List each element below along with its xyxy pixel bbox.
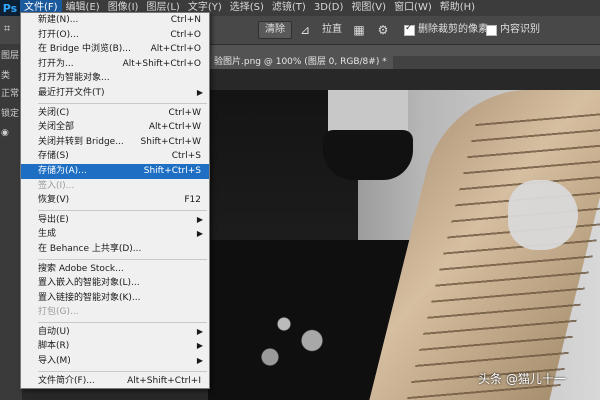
file-menu-item-在-behance-上共享[interactable]: 在 Behance 上共享(D)... — [21, 242, 209, 257]
file-menu-item-生成[interactable]: 生成 ▶ — [21, 227, 209, 242]
grid-overlay-icon[interactable]: ▦ — [352, 23, 366, 37]
file-menu-item-置入嵌入的智能对象[interactable]: 置入嵌入的智能对象(L)... — [21, 276, 209, 291]
submenu-arrow-icon: ▶ — [196, 341, 203, 351]
menu-item-shortcut: Ctrl+W — [168, 107, 201, 118]
file-menu-item-导入[interactable]: 导入(M) ▶ — [21, 354, 209, 369]
file-menu-item-搜索-adobe-stock[interactable]: 搜索 Adobe Stock... — [21, 262, 209, 277]
menu-separator — [38, 321, 207, 323]
crop-tool-icon[interactable]: ⌗ — [4, 22, 16, 35]
file-menu-dropdown: 新建(N)... Ctrl+N 打开(O)... Ctrl+O 在 Bridge 中浏览… — [20, 12, 210, 390]
menu-item-shortcut: F12 — [184, 195, 201, 206]
watermark-text: 头条 @猫儿十一 — [478, 372, 566, 386]
file-menu-item-置入链接的智能对象[interactable]: 置入链接的智能对象(K)... — [21, 291, 209, 306]
menu-item-label: 脚本(R) — [38, 341, 70, 352]
menu-item-shortcut: Alt+Ctrl+W — [148, 122, 201, 133]
menu-item-shortcut: Ctrl+S — [171, 151, 201, 162]
file-menu-item-存储[interactable]: 存储(S) Ctrl+S — [21, 149, 209, 164]
menu-filter[interactable]: 滤镜(T) — [268, 0, 310, 16]
menu-item-label: 存储为(A)... — [38, 165, 87, 176]
eye-icon[interactable]: ◉ — [1, 128, 9, 138]
file-menu-item-在-bridge-中浏览[interactable]: 在 Bridge 中浏览(B)... Alt+Ctrl+O — [21, 42, 209, 57]
menu-item-label: 恢复(V) — [38, 195, 70, 206]
menu-separator — [38, 209, 207, 211]
menu-item-shortcut: Shift+Ctrl+S — [143, 165, 201, 176]
file-menu-item-脚本[interactable]: 脚本(R) ▶ — [21, 339, 209, 354]
menu-separator — [38, 370, 207, 372]
file-menu-item-最近打开文件[interactable]: 最近打开文件(T) ▶ — [21, 86, 209, 101]
file-menu-item-存储为[interactable]: 存储为(A)... Shift+Ctrl+S — [21, 163, 209, 179]
menu-item-label: 生成 — [38, 229, 57, 240]
menu-item-label: 打开(O)... — [38, 29, 79, 40]
layers-panel-title[interactable]: 图层 — [1, 48, 19, 61]
menu-item-label: 打开为... — [38, 58, 74, 69]
menu-item-label: 在 Behance 上共享(D)... — [38, 243, 142, 254]
image-dragon-print — [228, 280, 368, 390]
file-menu-item-关闭全部[interactable]: 关闭全部 Alt+Ctrl+W — [21, 120, 209, 135]
menu-item-shortcut: Ctrl+O — [170, 29, 201, 40]
menu-separator — [38, 102, 207, 104]
submenu-arrow-icon: ▶ — [196, 356, 203, 366]
menu-item-shortcut: Alt+Shift+Ctrl+I — [127, 375, 201, 386]
file-menu-item-关闭并转到-bridge[interactable]: 关闭并转到 Bridge... Shift+Ctrl+W — [21, 135, 209, 150]
menu-help[interactable]: 帮助(H) — [436, 0, 479, 16]
menu-item-label: 存储(S) — [38, 151, 69, 162]
menu-item-shortcut: Alt+Ctrl+O — [150, 44, 201, 55]
menu-item-label: 打开为智能对象... — [38, 73, 110, 84]
menu-item-label: 文件简介(F)... — [38, 375, 95, 386]
menu-window[interactable]: 窗口(W) — [390, 0, 436, 16]
file-menu-item-恢复[interactable]: 恢复(V) F12 — [21, 193, 209, 208]
lock-label: 锁定 — [1, 109, 20, 119]
photoshop-logo-icon: Ps — [0, 0, 20, 16]
straighten-icon[interactable]: ⊿ — [298, 23, 312, 37]
file-menu-item-签入: 签入(I)... — [21, 179, 209, 194]
menu-view[interactable]: 视图(V) — [347, 0, 390, 16]
menu-separator — [38, 258, 207, 260]
file-menu-item-打开为[interactable]: 打开为... Alt+Shift+Ctrl+O — [21, 57, 209, 72]
menu-item-label: 打包(G)... — [38, 307, 79, 318]
menu-item-label: 置入嵌入的智能对象(L)... — [38, 278, 140, 289]
document-tab[interactable]: 验图片.png @ 100% (图层 0, RGB/8#) * — [208, 56, 393, 69]
menu-item-label: 关闭并转到 Bridge... — [38, 136, 124, 147]
menu-item-label: 关闭(C) — [38, 107, 70, 118]
menu-item-shortcut: Alt+Shift+Ctrl+O — [122, 58, 201, 69]
menu-item-label: 关闭全部 — [38, 122, 75, 133]
delete-cropped-label: 删除裁剪的像素 — [418, 24, 488, 35]
menu-item-shortcut: Shift+Ctrl+W — [140, 136, 201, 147]
image-hand — [508, 180, 578, 250]
menu-item-label: 导出(E) — [38, 214, 69, 225]
content-aware-label: 内容识别 — [500, 24, 540, 35]
submenu-arrow-icon: ▶ — [196, 214, 203, 224]
menu-item-label: 最近打开文件(T) — [38, 87, 105, 98]
submenu-arrow-icon: ▶ — [196, 326, 203, 336]
menu-item-label: 签入(I)... — [38, 180, 75, 191]
file-menu-item-打包: 打包(G)... — [21, 305, 209, 320]
menu-item-label: 新建(N)... — [38, 15, 79, 25]
file-menu-item-新建[interactable]: 新建(N)... Ctrl+N — [21, 13, 209, 28]
gear-icon[interactable]: ⚙ — [376, 23, 390, 37]
delete-cropped-checkbox[interactable] — [404, 23, 415, 36]
straighten-label[interactable]: 拉直 — [322, 22, 342, 38]
image-mask — [323, 130, 413, 180]
menu-item-label: 置入链接的智能对象(K)... — [38, 292, 141, 303]
menu-item-shortcut: Ctrl+N — [170, 15, 201, 25]
menu-item-label: 自动(U) — [38, 326, 70, 337]
submenu-arrow-icon: ▶ — [196, 87, 203, 97]
menu-item-label: 在 Bridge 中浏览(B)... — [38, 44, 131, 55]
menu-3d[interactable]: 3D(D) — [310, 0, 348, 16]
file-menu-item-关闭[interactable]: 关闭(C) Ctrl+W — [21, 106, 209, 121]
submenu-arrow-icon: ▶ — [196, 229, 203, 239]
content-aware-checkbox[interactable] — [486, 25, 497, 36]
menu-select[interactable]: 选择(S) — [226, 0, 268, 16]
layer-kind-filter[interactable]: 类 — [1, 68, 10, 81]
file-menu-item-自动[interactable]: 自动(U) ▶ — [21, 325, 209, 340]
file-menu-item-文件简介[interactable]: 文件简介(F)... Alt+Shift+Ctrl+I — [21, 374, 209, 389]
file-menu-item-导出[interactable]: 导出(E) ▶ — [21, 213, 209, 228]
document-image[interactable] — [208, 90, 600, 400]
menu-item-label: 搜索 Adobe Stock... — [38, 263, 124, 274]
file-menu-item-打开为智能对象[interactable]: 打开为智能对象... — [21, 71, 209, 86]
file-menu-item-打开[interactable]: 打开(O)... Ctrl+O — [21, 28, 209, 43]
blend-mode-select[interactable]: 正常 — [1, 86, 19, 99]
clear-button[interactable]: 清除 — [258, 21, 292, 39]
menu-item-label: 导入(M) — [38, 356, 71, 367]
